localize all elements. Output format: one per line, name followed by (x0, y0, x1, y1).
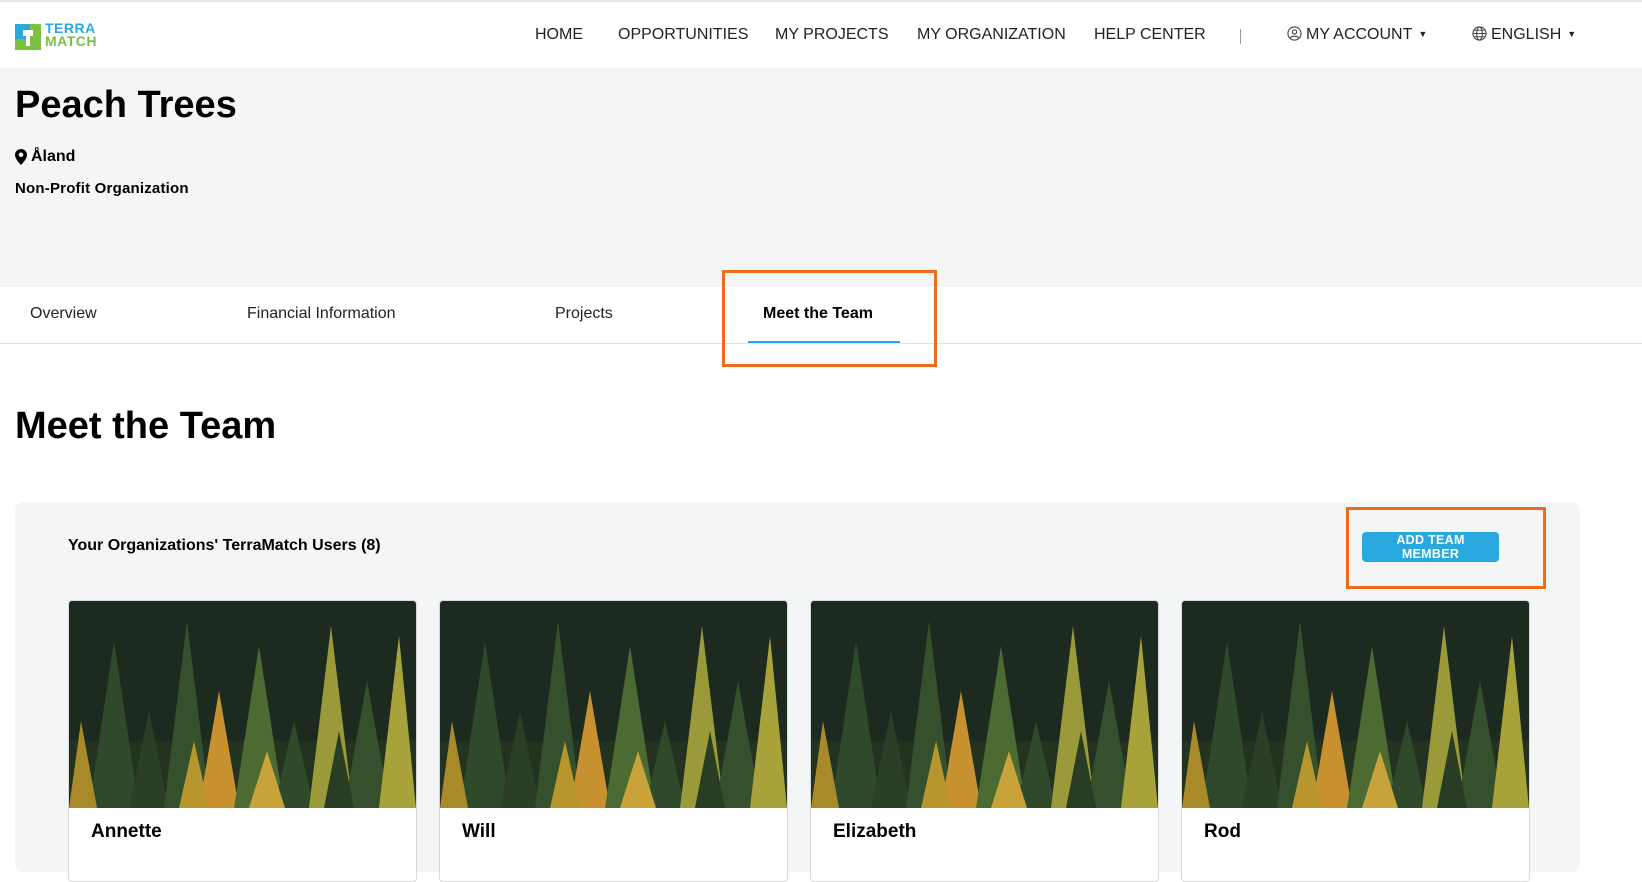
forest-cover-image (1182, 601, 1529, 808)
forest-cover-image (69, 601, 416, 808)
team-member-card[interactable]: Elizabeth (810, 600, 1159, 882)
add-button-highlight-box (1346, 507, 1546, 589)
tab-highlight-box (722, 270, 937, 367)
nav-help-center[interactable]: HELP CENTER (1094, 26, 1206, 44)
language-label: ENGLISH (1491, 26, 1562, 43)
organization-location: Åland (15, 148, 75, 166)
forest-cover-image (811, 601, 1158, 808)
terramatch-logo[interactable]: TERRA MATCH (15, 21, 120, 52)
nav-language[interactable]: ENGLISH ▼ (1472, 26, 1576, 44)
my-account-label: MY ACCOUNT (1306, 26, 1413, 43)
organization-name: Peach Trees (15, 84, 237, 126)
organization-header: Peach Trees Åland Non-Profit Organizatio… (0, 68, 1642, 287)
forest-cover-image (440, 601, 787, 808)
top-navigation-bar: TERRA MATCH HOME OPPORTUNITIES MY PROJEC… (0, 0, 1642, 68)
users-heading: Your Organizations' TerraMatch Users (8) (68, 537, 381, 554)
team-member-card[interactable]: Will (439, 600, 788, 882)
chevron-down-icon: ▼ (1418, 29, 1428, 39)
nav-divider (1240, 29, 1241, 44)
logo-wordmark: TERRA MATCH (45, 21, 98, 49)
nav-my-organization[interactable]: MY ORGANIZATION (917, 26, 1066, 44)
terramatch-logo-icon (15, 24, 41, 50)
member-name: Annette (91, 821, 162, 842)
section-title: Meet the Team (15, 405, 277, 447)
team-member-card[interactable]: Annette (68, 600, 417, 882)
globe-icon (1472, 26, 1487, 41)
nav-my-account[interactable]: MY ACCOUNT ▼ (1287, 26, 1427, 44)
nav-my-projects[interactable]: MY PROJECTS (775, 26, 889, 44)
organization-type: Non-Profit Organization (15, 180, 189, 197)
map-pin-icon (15, 149, 27, 165)
user-circle-icon (1287, 26, 1302, 41)
logo-line-match: MATCH (45, 33, 98, 49)
chevron-down-icon: ▼ (1567, 29, 1577, 39)
team-member-card[interactable]: Rod (1181, 600, 1530, 882)
nav-home[interactable]: HOME (535, 26, 583, 44)
member-name: Will (462, 821, 496, 842)
nav-opportunities[interactable]: OPPORTUNITIES (618, 26, 748, 44)
member-name: Elizabeth (833, 821, 917, 842)
tab-financial-information[interactable]: Financial Information (247, 305, 396, 323)
tab-overview[interactable]: Overview (30, 305, 97, 323)
member-name: Rod (1204, 821, 1241, 842)
location-label: Åland (31, 148, 76, 165)
tab-projects[interactable]: Projects (555, 305, 613, 323)
